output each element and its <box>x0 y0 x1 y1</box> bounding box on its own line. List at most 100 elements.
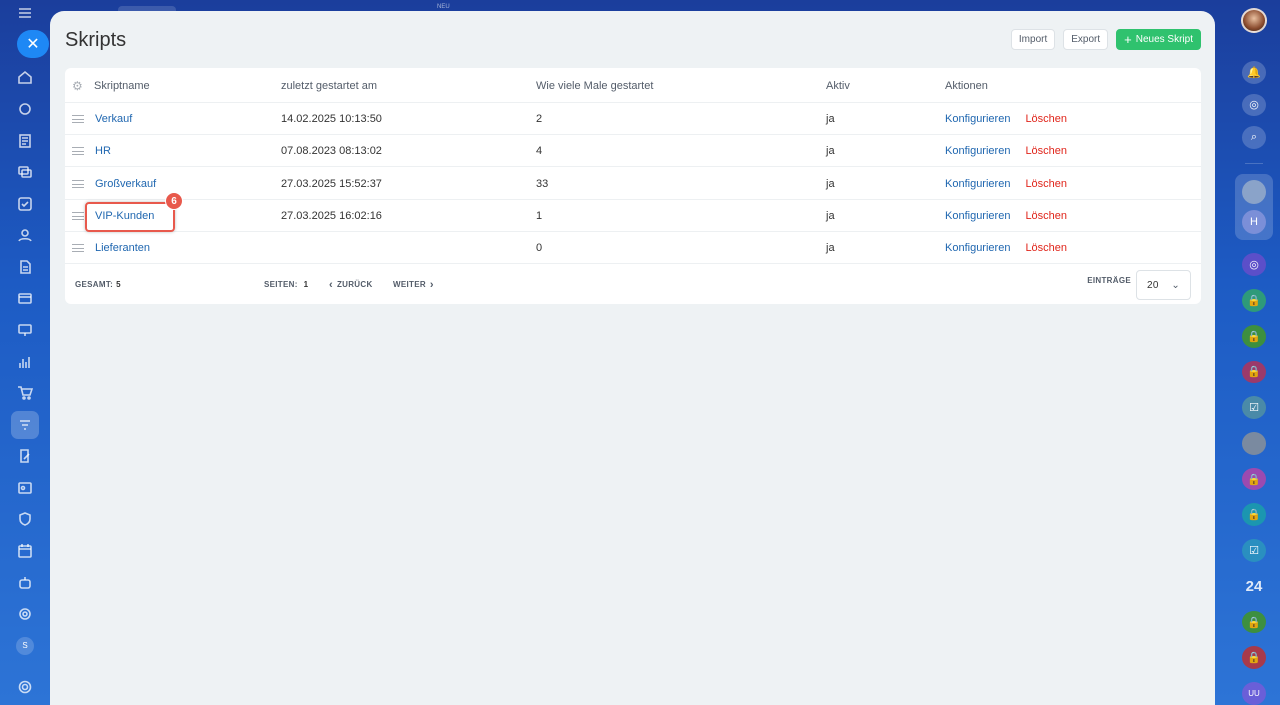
drag-handle-icon[interactable] <box>72 135 86 167</box>
left-sidebar: ✕ S <box>0 0 50 705</box>
delete-link[interactable]: Löschen <box>1025 145 1067 157</box>
delete-link[interactable]: Löschen <box>1025 242 1067 254</box>
column-header-name[interactable]: Skriptname <box>94 68 150 103</box>
lock-chat-icon[interactable]: 🔒 <box>1242 610 1266 634</box>
import-button[interactable]: Import <box>1010 29 1056 50</box>
script-name-link[interactable]: Lieferanten <box>95 232 150 264</box>
new-script-button[interactable]: + Neues Skript <box>1116 29 1201 50</box>
configure-link[interactable]: Konfigurieren <box>945 113 1010 125</box>
column-settings-gear-icon[interactable]: ⚙ <box>72 68 86 103</box>
delete-link[interactable]: Löschen <box>1025 178 1067 190</box>
configure-link[interactable]: Konfigurieren <box>945 178 1010 190</box>
avatar[interactable] <box>1241 8 1267 33</box>
chat-avatar[interactable] <box>1242 180 1266 205</box>
column-header-active[interactable]: Aktiv <box>826 68 850 103</box>
calendar-icon[interactable] <box>11 537 39 565</box>
copilot-icon[interactable]: ◎ <box>1242 93 1266 117</box>
column-header-actions: Aktionen <box>945 79 988 92</box>
pinned-chats-group: H <box>1235 174 1273 241</box>
configure-link[interactable]: Konfigurieren <box>945 145 1010 157</box>
active-value: ja <box>826 242 835 254</box>
shield-icon[interactable] <box>11 506 39 534</box>
prev-page-button[interactable]: ‹ Zurück <box>329 265 373 304</box>
active-value: ja <box>826 178 835 190</box>
lock-chat-icon[interactable]: 🔒 <box>1242 360 1266 384</box>
chevron-right-icon: › <box>429 278 434 291</box>
configure-link[interactable]: Konfigurieren <box>945 242 1010 254</box>
script-name-link[interactable]: Großverkauf <box>95 168 156 200</box>
step-badge: 6 <box>165 192 183 210</box>
contact-card-icon[interactable] <box>11 474 39 502</box>
users-icon[interactable] <box>11 221 39 249</box>
close-button[interactable]: ✕ <box>17 30 49 58</box>
last-started-value: 14.02.2025 10:13:50 <box>281 113 382 125</box>
table-header: ⚙ Skriptname zuletzt gestartet am Wie vi… <box>65 68 1201 103</box>
drag-handle-icon[interactable] <box>72 232 86 264</box>
card-icon[interactable] <box>11 285 39 313</box>
chat-avatar[interactable] <box>1242 432 1266 455</box>
chevron-left-icon: ‹ <box>329 278 333 291</box>
user-initial-button[interactable]: S <box>11 632 39 660</box>
configure-link[interactable]: Konfigurieren <box>945 210 1010 222</box>
chat-initial-avatar[interactable]: H <box>1242 210 1266 235</box>
robot-icon[interactable] <box>11 569 39 597</box>
target-icon[interactable] <box>11 600 39 628</box>
home-icon[interactable] <box>11 64 39 92</box>
presentation-icon[interactable] <box>11 316 39 344</box>
lock-chat-icon[interactable]: 🔒 <box>1242 289 1266 312</box>
analytics-icon[interactable] <box>11 348 39 376</box>
total-value: 5 <box>116 280 121 289</box>
document-icon[interactable] <box>11 253 39 281</box>
script-name-link[interactable]: VIP-Kunden <box>95 200 154 232</box>
entries-label: Einträge <box>1087 276 1131 285</box>
next-page-button[interactable]: Weiter › <box>393 265 434 304</box>
pages-label: Seiten: <box>264 280 298 289</box>
last-started-value: 27.03.2025 15:52:37 <box>281 178 382 190</box>
chat-icon[interactable] <box>11 158 39 186</box>
menu-icon[interactable] <box>11 6 39 20</box>
total-count: Gesamt: 5 <box>75 265 121 304</box>
row-actions: Konfigurieren Löschen <box>945 168 1067 200</box>
edit-document-icon[interactable] <box>11 443 39 471</box>
puzzle-icon[interactable] <box>11 95 39 123</box>
drag-handle-icon[interactable] <box>72 103 86 135</box>
lock-chat-icon[interactable]: 🔒 <box>1242 646 1266 670</box>
prev-label: Zurück <box>336 280 373 289</box>
bitrix24-icon[interactable]: 24 <box>1242 575 1266 598</box>
export-button[interactable]: Export <box>1063 29 1109 50</box>
drag-handle-icon[interactable] <box>72 168 86 200</box>
plus-icon: + <box>1124 32 1132 47</box>
script-name-link[interactable]: Verkauf <box>95 103 132 135</box>
pages-info: Seiten: 1 <box>264 265 308 304</box>
notifications-bell-icon[interactable]: 🔔 <box>1242 60 1266 84</box>
task-chat-icon[interactable]: ☑ <box>1242 539 1266 562</box>
lock-chat-icon[interactable]: 🔒 <box>1242 324 1266 348</box>
task-chat-icon[interactable]: ☑ <box>1242 396 1266 419</box>
drag-handle-icon[interactable] <box>72 200 86 232</box>
tasks-icon[interactable] <box>11 190 39 218</box>
right-sidebar: 🔔 ◎ ⌕ H ◎ 🔒 🔒 🔒 ☑ 🔒 🔒 ☑ 24 🔒 🔒 UU <box>1228 0 1280 705</box>
lock-chat-icon[interactable]: 🔒 <box>1242 467 1266 491</box>
search-chat-icon[interactable]: ⌕ <box>1242 126 1266 150</box>
funnel-icon[interactable] <box>11 410 39 439</box>
cart-icon[interactable] <box>11 379 39 407</box>
lock-chat-icon[interactable]: 🔒 <box>1242 503 1266 527</box>
last-started-value: 07.08.2023 08:13:02 <box>281 145 382 157</box>
active-value: ja <box>826 113 835 125</box>
newsfeed-icon[interactable] <box>11 127 39 155</box>
active-value: ja <box>826 210 835 222</box>
settings-icon[interactable] <box>11 674 39 702</box>
column-header-last-started[interactable]: zuletzt gestartet am <box>281 68 377 103</box>
column-header-times-started[interactable]: Wie viele Male gestartet <box>536 68 653 103</box>
chat-initials-avatar[interactable]: UU <box>1242 682 1266 705</box>
pages-value[interactable]: 1 <box>304 280 309 289</box>
delete-link[interactable]: Löschen <box>1025 113 1067 125</box>
channel-icon[interactable]: ◎ <box>1242 253 1266 277</box>
next-label: Weiter <box>393 280 426 289</box>
last-started-value: 27.03.2025 16:02:16 <box>281 210 382 222</box>
delete-link[interactable]: Löschen <box>1025 210 1067 222</box>
script-name-link[interactable]: HR <box>95 135 111 167</box>
entries-per-page-select[interactable]: 20 ⌄ <box>1136 270 1191 300</box>
row-actions: Konfigurieren Löschen <box>945 135 1067 167</box>
table-row: HR 07.08.2023 08:13:02 4 ja Konfiguriere… <box>65 135 1201 167</box>
